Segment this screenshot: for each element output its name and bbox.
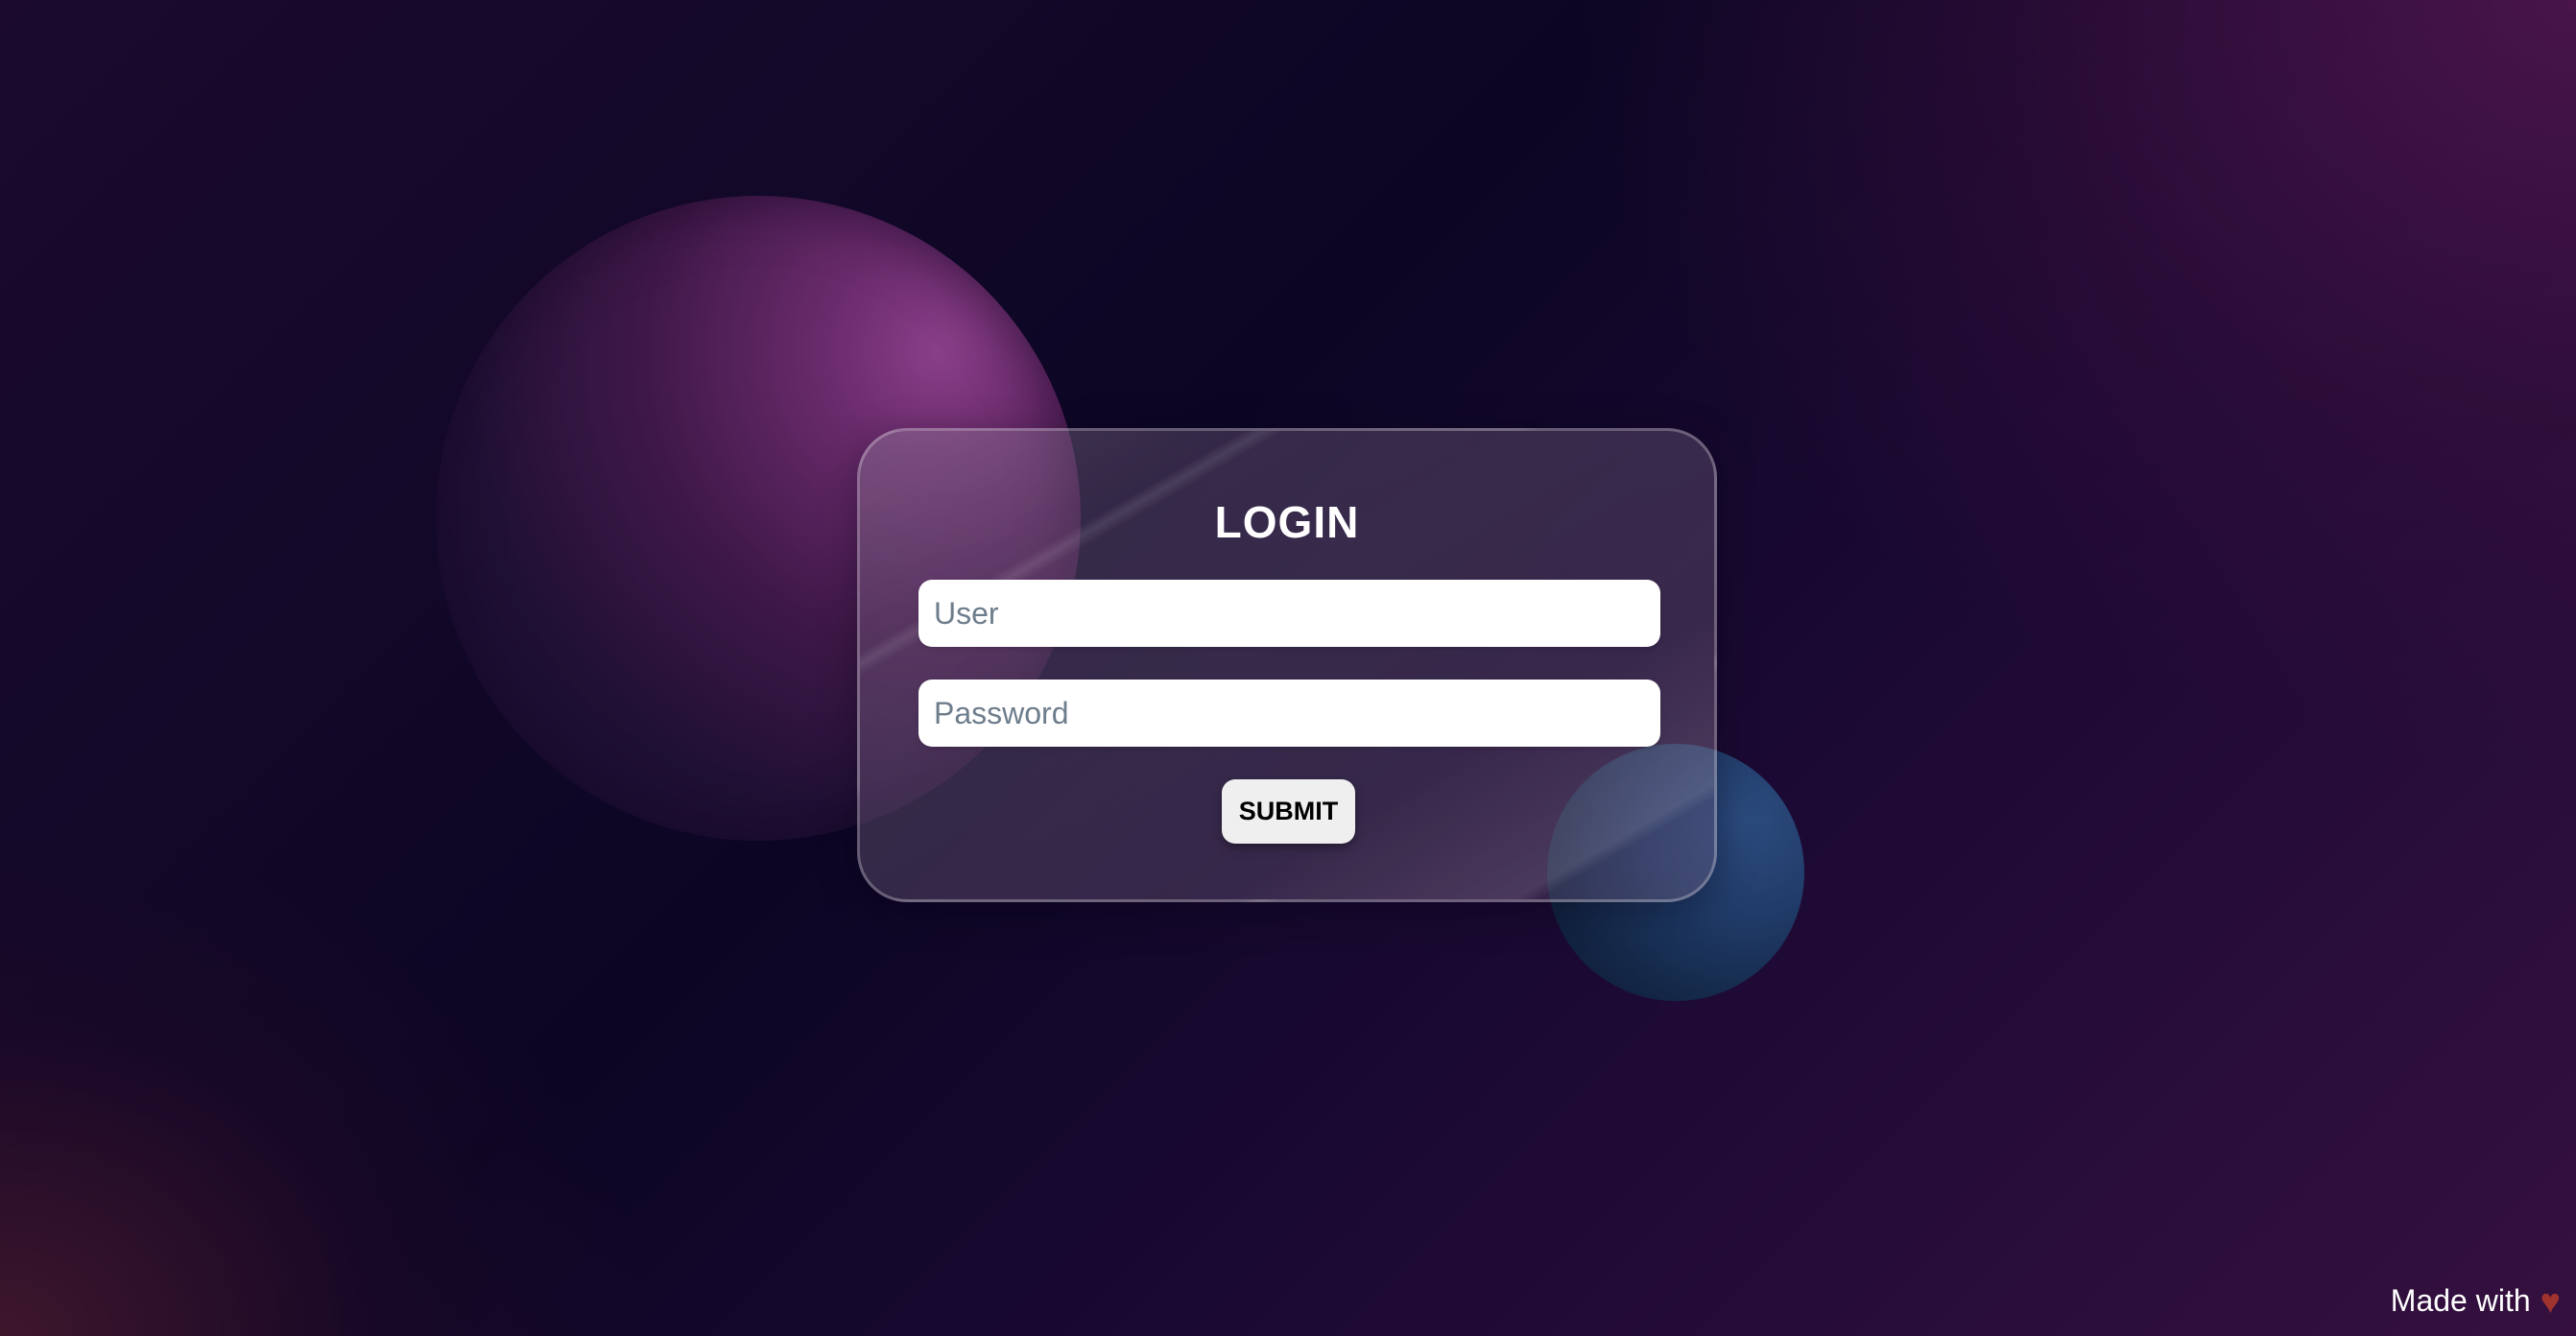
made-with-footer: Made with ♥	[2391, 1283, 2561, 1319]
user-input[interactable]	[918, 580, 1660, 647]
login-card: LOGIN SUBMIT	[857, 428, 1717, 902]
login-title: LOGIN	[1214, 497, 1360, 547]
heart-icon: ♥	[2540, 1280, 2561, 1321]
footer-text: Made with	[2390, 1283, 2531, 1318]
submit-button[interactable]: SUBMIT	[1222, 779, 1355, 844]
password-input[interactable]	[918, 680, 1660, 747]
